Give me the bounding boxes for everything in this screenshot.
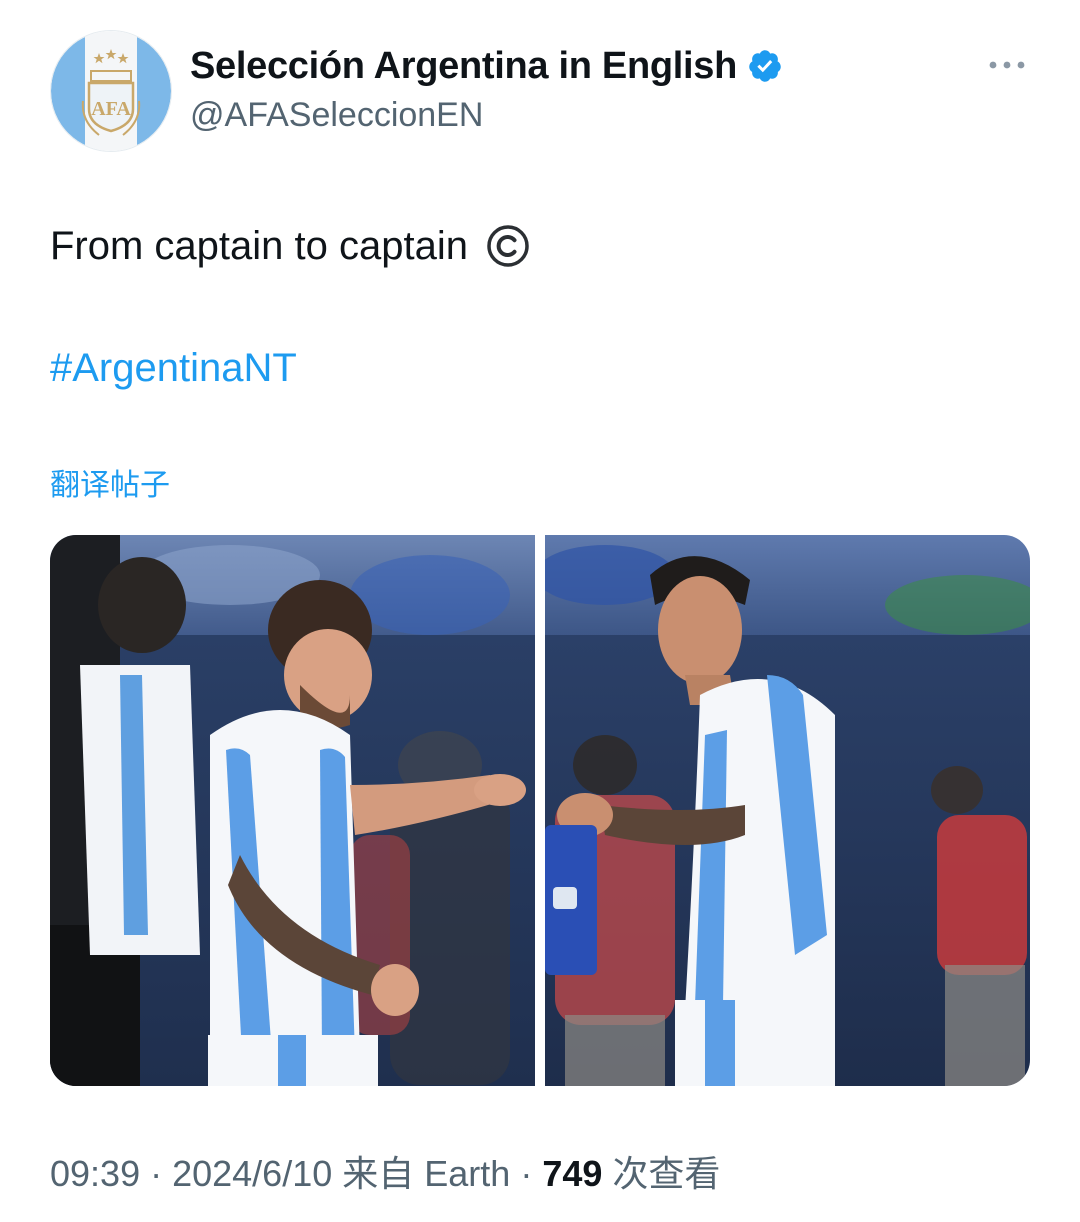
author-name-row[interactable]: Selección Argentina in English [190,42,783,90]
tweet-text: From captain to captain [50,222,530,270]
tweet-text-content: From captain to captain [50,224,468,268]
verified-badge-icon [749,50,781,82]
svg-text:AFA: AFA [91,98,131,120]
source-prefix: 来自 [332,1153,425,1194]
meta-separator: · [510,1153,543,1194]
tweet-date[interactable]: 2024/6/10 [172,1153,332,1194]
avatar[interactable]: AFA [50,30,172,152]
display-name[interactable]: Selección Argentina in English [190,45,737,88]
more-dots-icon [989,61,1025,69]
translate-post-link[interactable]: 翻译帖子 [50,468,170,504]
hashtag-link[interactable]: #ArgentinaNT [50,344,297,392]
meta-separator: · [140,1153,173,1194]
afa-crest-icon: AFA [51,31,171,151]
photo-right[interactable] [545,535,1030,1086]
photo-captain-handing-armband [50,535,535,1086]
author-handle[interactable]: @AFASeleccionEN [190,96,483,135]
more-options-button[interactable] [984,50,1030,80]
photo-captain-receiving-armband [545,535,1030,1086]
tweet-meta: 09:39 · 2024/6/10 来自 Earth · 749 次查看 [50,1152,720,1196]
tweet-time[interactable]: 09:39 [50,1153,140,1194]
views-count: 749 [542,1153,603,1194]
media-grid [50,535,1030,1086]
copyright-icon [487,225,529,267]
photo-left[interactable] [50,535,535,1086]
views-label: 次查看 [602,1153,721,1194]
tweet-source: Earth [424,1153,511,1194]
